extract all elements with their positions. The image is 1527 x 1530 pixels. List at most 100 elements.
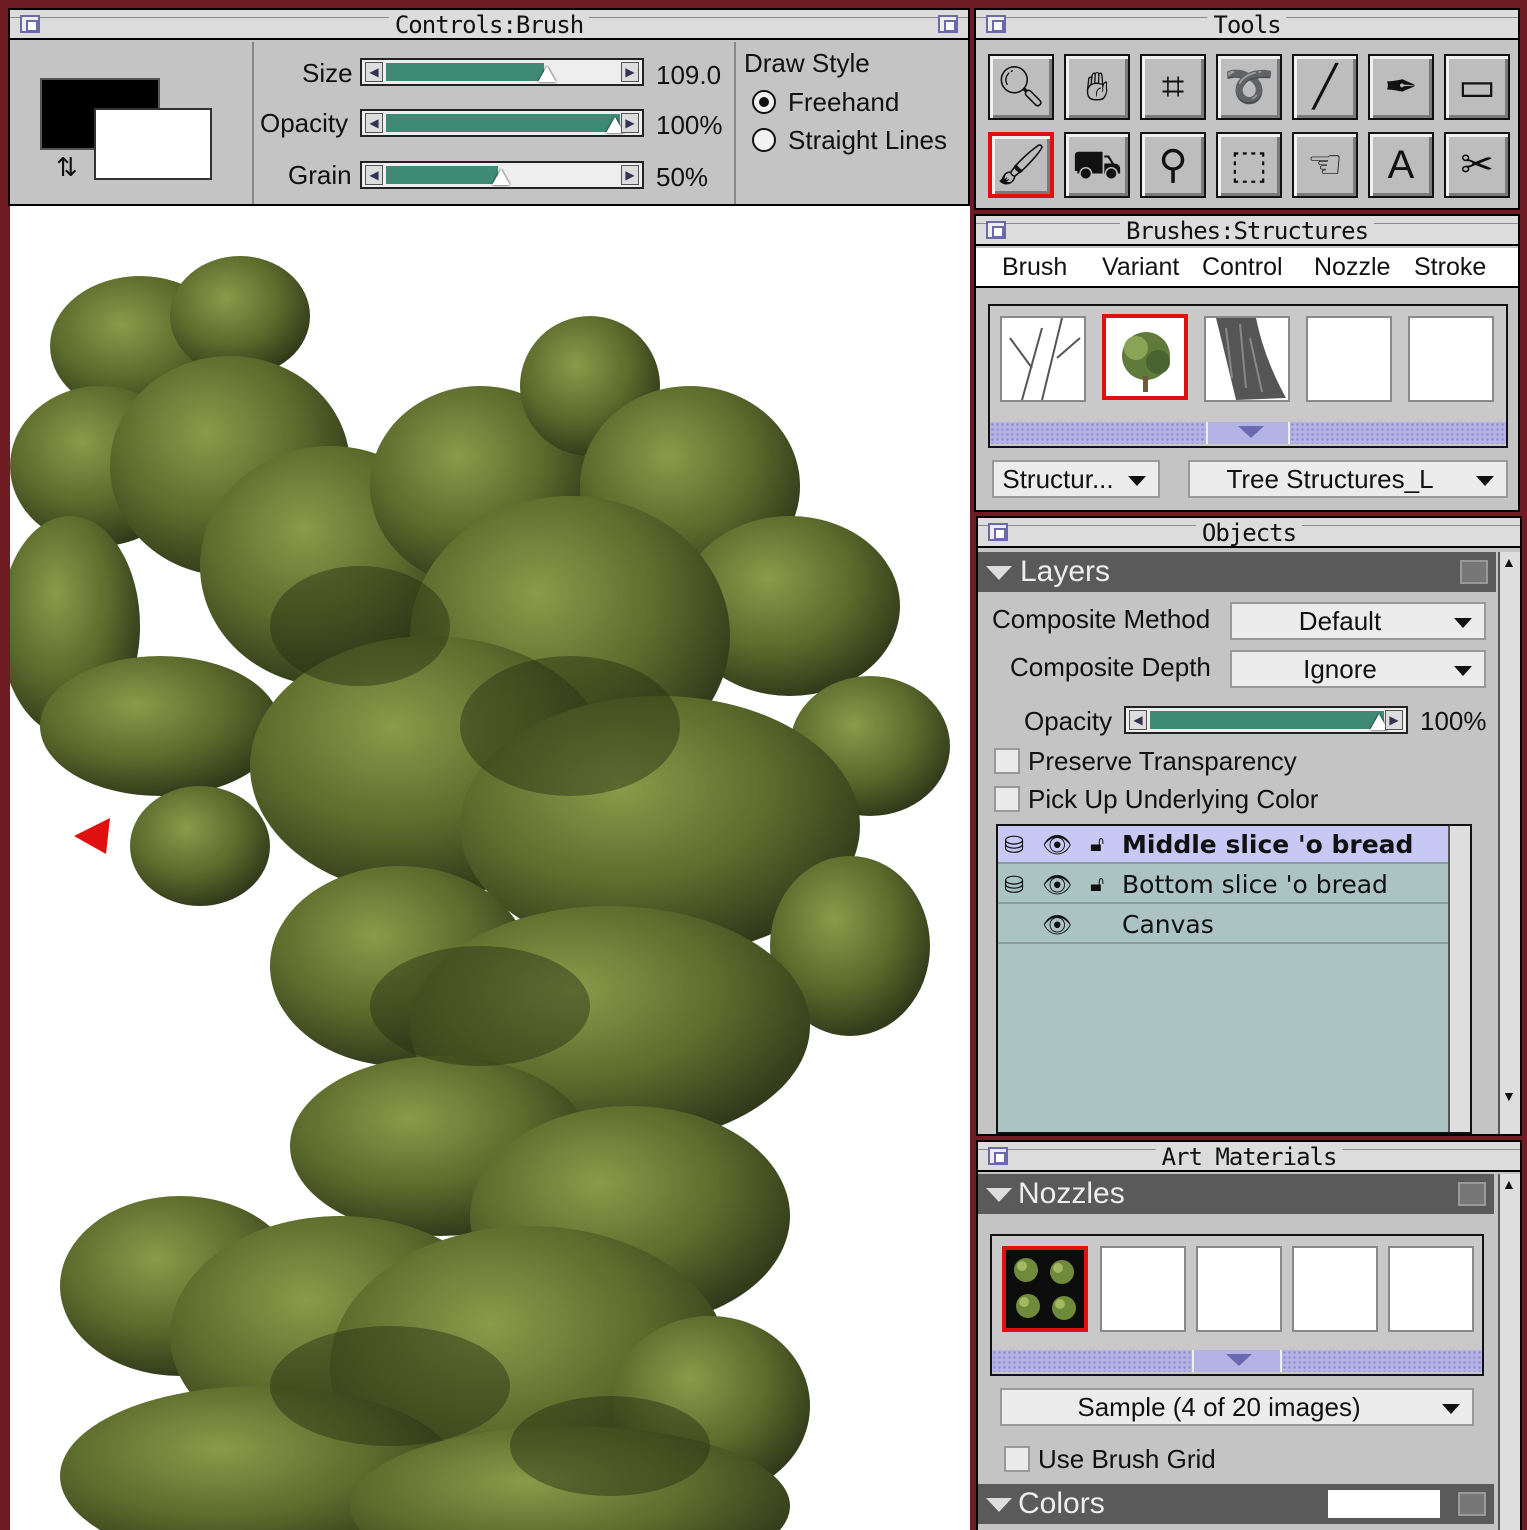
layer-opacity-slider[interactable]: ◀ ▶ [1124,706,1408,734]
close-box-icon[interactable] [988,1147,1008,1165]
unlock-icon[interactable]: 🔓︎ [1090,826,1104,864]
decrease-arrow-icon[interactable]: ◀ [1129,710,1147,730]
freehand-radio[interactable] [752,90,776,114]
swap-colors-icon[interactable]: ⇅ [56,154,78,180]
layer-row[interactable]: 👁︎ Canvas [998,906,1448,944]
disclosure-triangle-icon[interactable] [986,1188,1012,1202]
nozzle-thumb-empty-1[interactable] [1100,1246,1186,1332]
brush-category-select[interactable]: Structur... [992,460,1160,498]
grain-slider[interactable]: ◀ ▶ [360,161,644,189]
visibility-eye-icon[interactable]: 👁︎ [1042,866,1072,904]
composite-method-select[interactable]: Default [1230,602,1486,640]
grain-slider-thumb[interactable] [492,169,510,185]
visibility-eye-icon[interactable]: 👁︎ [1042,906,1072,944]
objects-panel-scrollbar[interactable]: ▲ ▼ [1498,552,1520,1134]
tool-text-icon[interactable]: A [1368,132,1434,198]
objects-title-bar[interactable]: Objects [978,518,1520,548]
preserve-transparency-label[interactable]: Preserve Transparency [1028,746,1297,776]
tools-title-bar[interactable]: Tools [976,10,1518,40]
tool-dropper-icon[interactable]: ⚲ [1140,132,1206,198]
size-slider[interactable]: ◀ ▶ [360,58,644,86]
increase-arrow-icon[interactable]: ▶ [621,62,639,82]
tool-crop-icon[interactable]: ⌗ [1140,54,1206,120]
tool-pen-icon[interactable]: ✒︎ [1368,54,1434,120]
pick-up-underlying-color-label[interactable]: Pick Up Underlying Color [1028,784,1318,814]
scroll-up-arrow-icon[interactable]: ▲ [1502,554,1516,570]
visibility-eye-icon[interactable]: 👁︎ [1042,826,1072,864]
art-materials-title-bar[interactable]: Art Materials [978,1142,1520,1172]
close-box-icon[interactable] [986,221,1006,239]
increase-arrow-icon[interactable]: ▶ [621,165,639,185]
tool-line-icon[interactable]: ╱ [1292,54,1358,120]
tool-rectangle-icon[interactable]: ▭ [1444,54,1510,120]
section-menu-icon[interactable] [1460,560,1488,584]
controls-title-bar[interactable]: Controls:Brush [10,10,968,40]
layer-row[interactable]: ⛁ 👁︎ 🔓︎ Middle slice 'o bread [998,826,1448,864]
brush-variant-select[interactable]: Tree Structures_L [1188,460,1508,498]
layer-list-scrollbar[interactable] [1448,826,1470,1132]
nozzle-select[interactable]: Sample (4 of 20 images) [1000,1388,1474,1426]
increase-arrow-icon[interactable]: ▶ [1385,710,1403,730]
brush-thumb-bark[interactable] [1204,316,1290,402]
decrease-arrow-icon[interactable]: ◀ [365,165,383,185]
increase-arrow-icon[interactable]: ▶ [621,113,639,133]
tool-grabber-icon[interactable]: ✋︎ [1064,54,1130,120]
nozzles-section-header[interactable]: Nozzles [978,1174,1494,1214]
size-slider-thumb[interactable] [538,66,556,82]
layer-row[interactable]: ⛁ 👁︎ 🔓︎ Bottom slice 'o bread [998,866,1448,904]
zoom-box-icon[interactable] [938,15,958,33]
menu-brush[interactable]: Brush [1002,248,1067,286]
tool-magnifier-icon[interactable]: 🔍︎ [988,54,1054,120]
current-color-swatch[interactable] [1328,1490,1440,1518]
opacity-slider[interactable]: ◀ ▶ [360,109,644,137]
use-brush-grid-checkbox[interactable] [1004,1446,1030,1472]
close-box-icon[interactable] [986,15,1006,33]
preserve-transparency-checkbox[interactable] [994,748,1020,774]
disclosure-triangle-icon[interactable] [986,566,1012,580]
tool-brush-icon[interactable]: 🖌︎ [988,132,1054,198]
straight-lines-radio[interactable] [752,128,776,152]
menu-nozzle[interactable]: Nozzle [1314,248,1390,286]
art-materials-scrollbar[interactable]: ▲ [1498,1174,1520,1530]
unlock-icon[interactable]: 🔓︎ [1090,866,1104,904]
tool-paint-bucket-icon[interactable]: ⛟ [1064,132,1130,198]
composite-depth-select[interactable]: Ignore [1230,650,1486,688]
brush-thumb-empty-1[interactable] [1306,316,1392,402]
section-menu-icon[interactable] [1458,1182,1486,1206]
brush-thumb-tree-structures[interactable] [1102,314,1188,400]
use-brush-grid-label[interactable]: Use Brush Grid [1038,1444,1216,1474]
straight-lines-label[interactable]: Straight Lines [788,125,947,155]
colors-section-header[interactable]: Colors [978,1484,1494,1524]
brushes-title-bar[interactable]: Brushes:Structures [976,216,1518,246]
nozzle-thumb-empty-2[interactable] [1196,1246,1282,1332]
close-box-icon[interactable] [988,523,1008,541]
drawer-toggle-icon[interactable] [1206,422,1290,444]
nozzle-thumb-empty-3[interactable] [1292,1246,1378,1332]
decrease-arrow-icon[interactable]: ◀ [365,62,383,82]
tool-lasso-icon[interactable]: ➰ [1216,54,1282,120]
layers-section-title: Layers [1020,555,1111,588]
nozzle-thumb-empty-4[interactable] [1388,1246,1474,1332]
layers-section-header[interactable]: Layers [978,552,1496,592]
document-canvas[interactable] [10,206,970,1530]
nozzle-thumb-leaves[interactable] [1002,1246,1088,1332]
secondary-color-swatch[interactable] [94,108,212,180]
scroll-up-arrow-icon[interactable]: ▲ [1502,1176,1516,1192]
tool-rect-select-icon[interactable]: ⬚ [1216,132,1282,198]
tool-layer-adjuster-icon[interactable]: ☜ [1292,132,1358,198]
controls-title: Controls:Brush [388,12,590,38]
menu-stroke[interactable]: Stroke [1414,248,1486,286]
close-box-icon[interactable] [20,15,40,33]
tool-scissors-icon[interactable]: ✂︎ [1444,132,1510,198]
pick-up-underlying-color-checkbox[interactable] [994,786,1020,812]
drawer-toggle-icon[interactable] [1192,1350,1282,1372]
menu-variant[interactable]: Variant [1102,248,1179,286]
scroll-down-arrow-icon[interactable]: ▼ [1502,1088,1516,1104]
disclosure-triangle-icon[interactable] [986,1498,1012,1512]
decrease-arrow-icon[interactable]: ◀ [365,113,383,133]
menu-control[interactable]: Control [1202,248,1283,286]
freehand-label[interactable]: Freehand [788,87,899,117]
section-menu-icon[interactable] [1458,1492,1486,1516]
brush-thumb-empty-2[interactable] [1408,316,1494,402]
brush-thumb-branches[interactable] [1000,316,1086,402]
